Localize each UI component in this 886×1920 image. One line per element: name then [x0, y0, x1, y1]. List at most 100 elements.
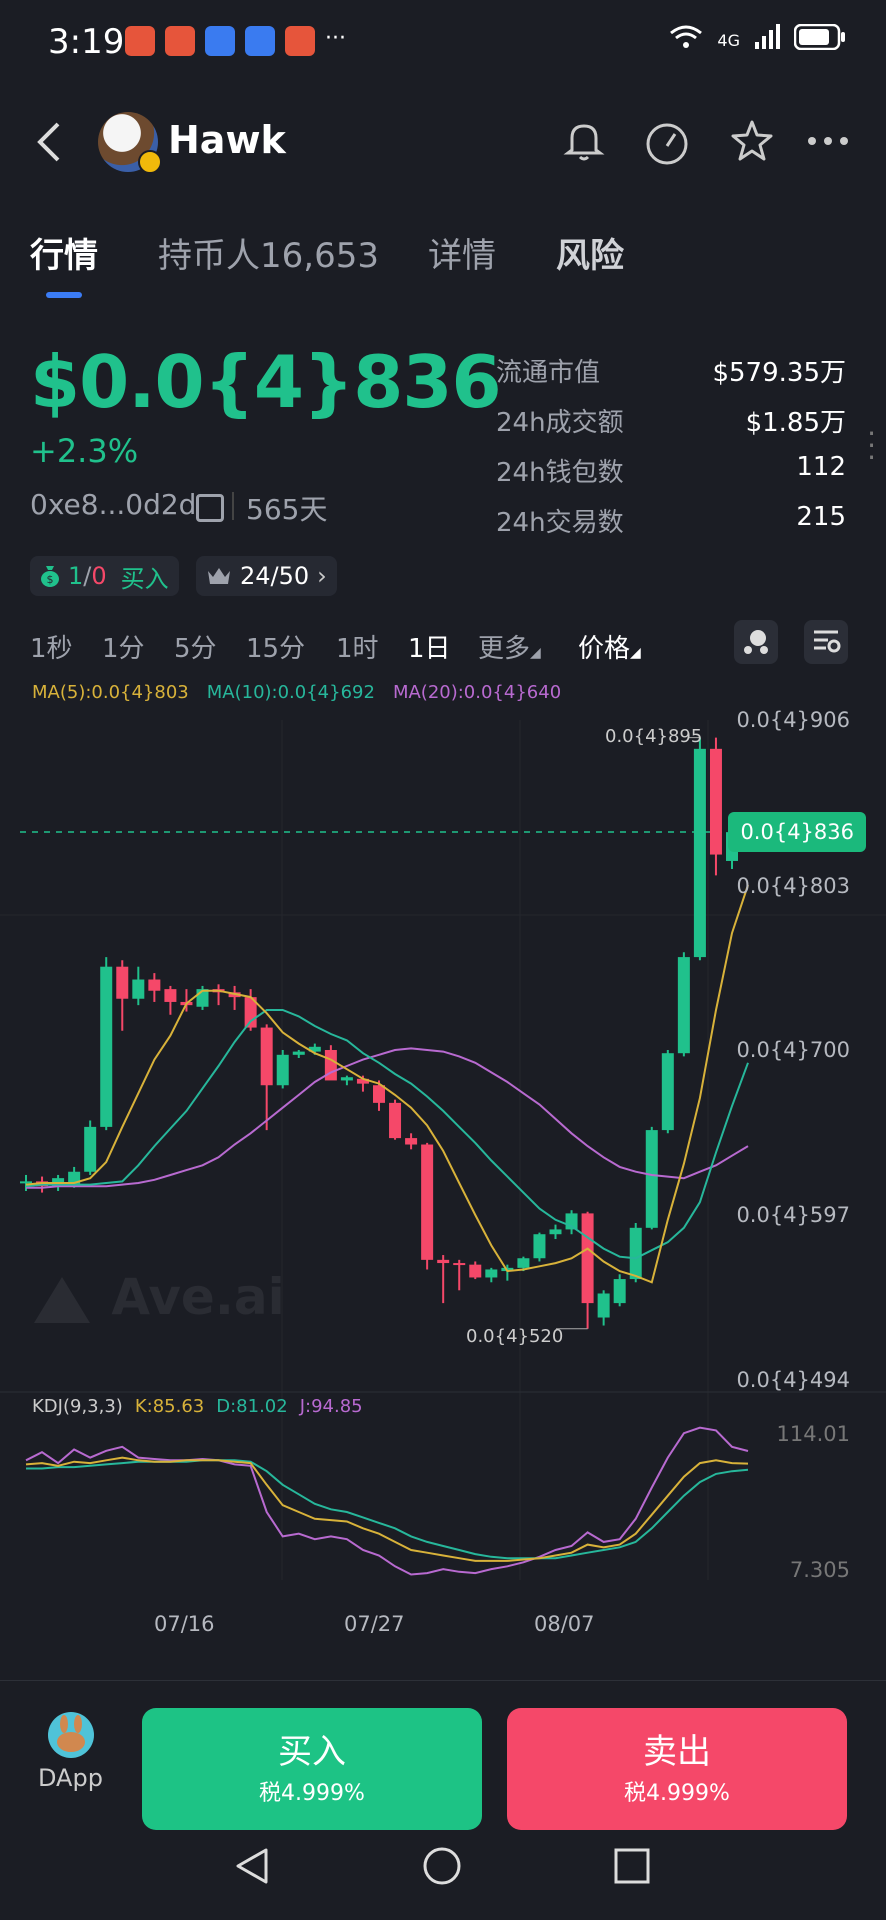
candle: [677, 957, 690, 1054]
nav-back-icon[interactable]: [232, 1846, 272, 1896]
interval-1s[interactable]: 1秒: [30, 628, 73, 665]
interval-more[interactable]: 更多◢: [478, 628, 541, 665]
buy-tax: 税4.999%: [259, 1781, 365, 1806]
candle: [629, 1227, 642, 1280]
price-toggle[interactable]: 价格◢: [578, 628, 641, 665]
candle: [613, 1279, 626, 1304]
weibo-icon: [125, 26, 155, 56]
back-icon[interactable]: [36, 120, 62, 175]
sell-button[interactable]: 卖出 税4.999%: [507, 1708, 847, 1830]
sell-count: 0: [91, 562, 107, 590]
dapp-label[interactable]: DApp: [38, 1764, 103, 1792]
y-label-max: 0.0{4}906: [736, 708, 850, 732]
price-toggle-label: 价格: [578, 634, 631, 664]
sell-button-label: 卖出: [643, 1732, 711, 1772]
kdj-min-label: 7.305: [789, 1558, 850, 1582]
candle: [485, 1269, 498, 1278]
candle: [597, 1293, 610, 1318]
y-label-3: 0.0{4}700: [736, 1038, 850, 1062]
y-label-2: 0.0{4}803: [736, 874, 850, 898]
stat-value-volume: $1.85万: [745, 408, 846, 438]
current-price-tag: 0.0{4}836: [728, 812, 866, 852]
candle: [661, 1053, 674, 1131]
candle: [533, 1234, 546, 1259]
vertical-more-icon[interactable]: · · ·: [867, 420, 876, 472]
candle: [100, 966, 113, 1127]
y-label-4: 0.0{4}597: [736, 1203, 850, 1227]
candle: [405, 1138, 418, 1145]
drawing-tool-button[interactable]: [734, 620, 778, 664]
buy-button[interactable]: 买入 税4.999%: [142, 1708, 482, 1830]
stat-label-mcap: 流通市值: [496, 358, 601, 388]
candle: [132, 979, 145, 999]
candle: [116, 966, 129, 999]
rank-pill[interactable]: 24/50 ›: [196, 556, 337, 596]
trade-count-pill[interactable]: $ 1/0 买入: [30, 556, 179, 596]
interval-15m[interactable]: 15分: [246, 628, 305, 665]
high-annotation: 0.0{4}895: [605, 726, 703, 747]
tab-indicator: [46, 292, 82, 298]
chevron-right-icon: ›: [317, 562, 327, 590]
buy-count: 1: [68, 562, 84, 590]
nav-home-icon[interactable]: [422, 1846, 462, 1896]
chart-settings-button[interactable]: [804, 620, 848, 664]
interval-1h[interactable]: 1时: [336, 628, 379, 665]
token-age: 565天: [246, 493, 328, 526]
candle: [549, 1229, 562, 1235]
candle: [421, 1144, 434, 1260]
divider: [232, 492, 234, 520]
kdj-k: K:85.63: [134, 1396, 205, 1417]
top-crown-icon: [208, 568, 230, 584]
kdj-j-line: [25, 1426, 749, 1576]
sell-tax: 税4.999%: [624, 1781, 730, 1806]
svg-text:$: $: [47, 573, 54, 586]
interval-1m[interactable]: 1分: [102, 628, 145, 665]
star-icon[interactable]: [728, 118, 776, 166]
x-label-3: 08/07: [534, 1612, 595, 1636]
candle: [276, 1054, 289, 1086]
gauge-icon[interactable]: [643, 118, 691, 166]
interval-5m[interactable]: 5分: [174, 628, 217, 665]
bell-icon[interactable]: [560, 118, 608, 166]
battery-icon: [793, 23, 846, 57]
candle: [164, 989, 177, 1002]
status-right: 4G: [669, 23, 846, 57]
buy-badge-label: 买入: [120, 564, 169, 593]
tab-risk[interactable]: 风险: [556, 228, 624, 277]
candle: [517, 1258, 530, 1268]
nav-recents-icon[interactable]: [612, 1846, 652, 1896]
candle: [581, 1213, 594, 1304]
copy-icon[interactable]: [196, 494, 224, 522]
wifi-icon: [669, 24, 703, 57]
status-time: 3:19: [48, 22, 125, 62]
candle: [437, 1259, 450, 1264]
rank-value: 24/50: [240, 562, 310, 590]
notification-icons: ···: [125, 26, 346, 56]
stat-value-mcap: $579.35万: [712, 358, 846, 388]
weibo-icon: [285, 26, 315, 56]
tab-holders[interactable]: 持币人16,653: [158, 228, 379, 277]
price-change: +2.3%: [30, 432, 139, 470]
interval-1d[interactable]: 1日: [408, 628, 451, 665]
interval-more-label: 更多: [478, 634, 531, 664]
more-icon[interactable]: [804, 118, 852, 166]
tab-market[interactable]: 行情: [30, 228, 98, 277]
kdj-max-label: 114.01: [776, 1422, 850, 1446]
tab-details[interactable]: 详情: [428, 228, 496, 277]
candle: [693, 748, 706, 958]
pancake-bunny-icon[interactable]: [48, 1712, 94, 1758]
candle: [292, 1051, 305, 1055]
candle: [84, 1126, 97, 1172]
triangle-icon: ◢: [630, 645, 641, 661]
candle: [709, 748, 722, 855]
kdj-d: D:81.02: [216, 1396, 288, 1417]
more-notifications: ···: [325, 26, 346, 51]
x-label-2: 07/27: [344, 1612, 405, 1636]
stat-value-wallets: 112: [796, 452, 846, 482]
candle: [645, 1130, 658, 1228]
kdj-name: KDJ(9,3,3): [32, 1396, 123, 1417]
candle: [20, 1181, 32, 1184]
network-type: 4G: [717, 31, 740, 50]
candle: [148, 979, 161, 991]
kdj-j: J:94.85: [299, 1396, 363, 1417]
